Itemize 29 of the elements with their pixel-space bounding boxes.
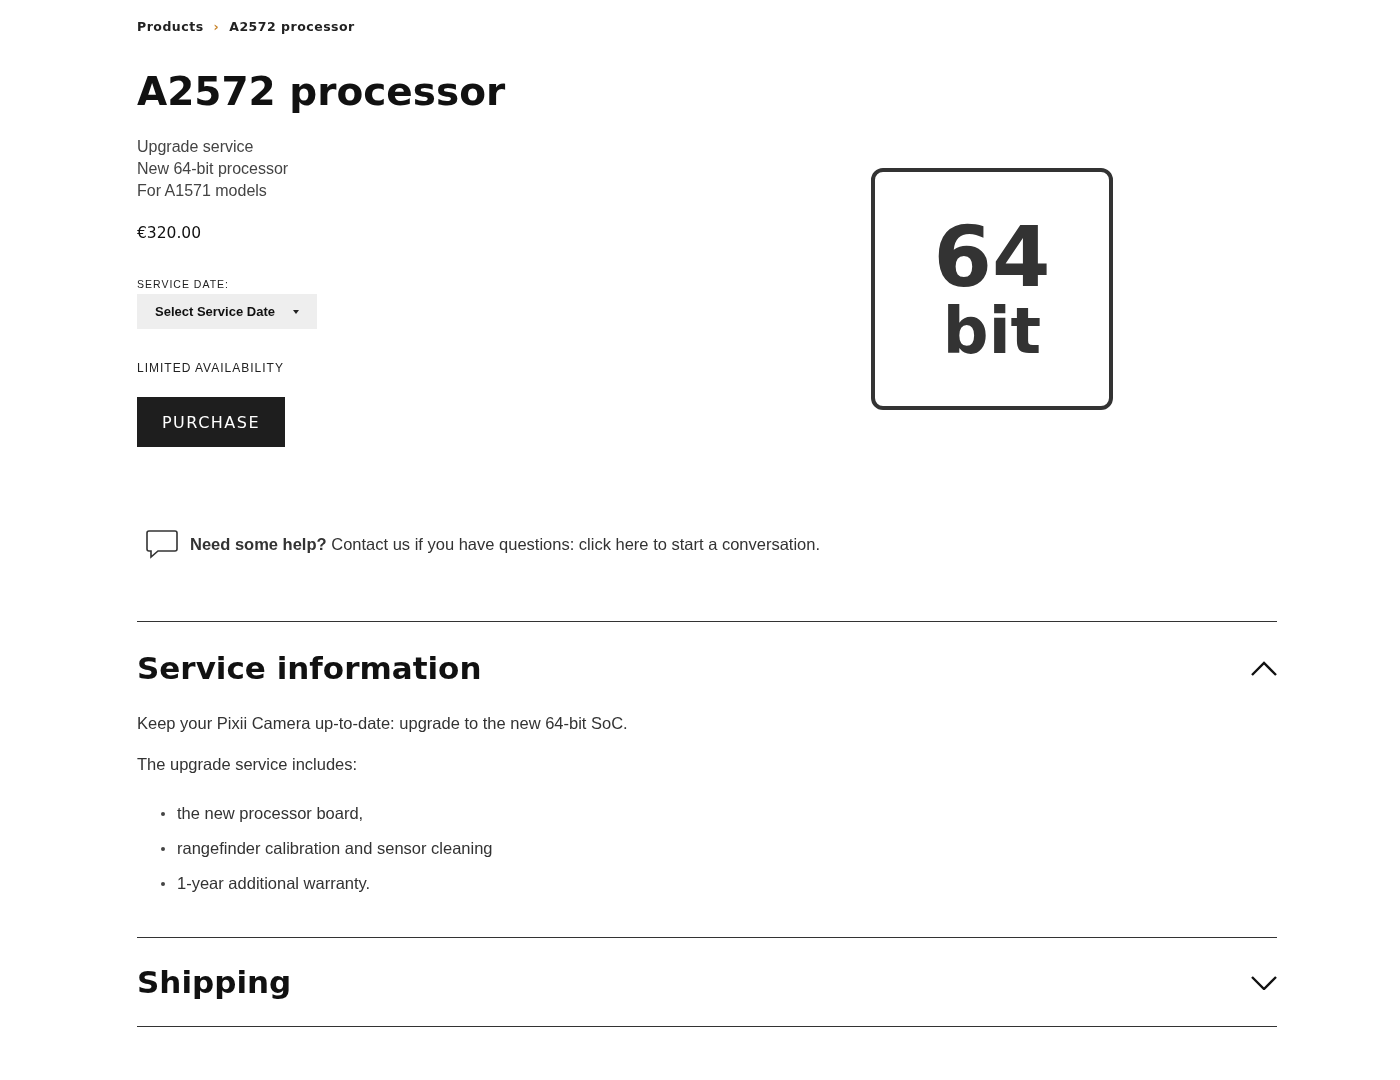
bullet-icon bbox=[161, 846, 165, 851]
list-item-text: 1-year additional warranty. bbox=[177, 874, 371, 893]
list-item-text: the new processor board, bbox=[177, 804, 364, 823]
bullet-icon bbox=[161, 881, 165, 886]
availability-label: LIMITED AVAILABILITY bbox=[137, 361, 285, 375]
section-title[interactable]: Service information bbox=[137, 650, 482, 686]
product-detail: New 64-bit processor bbox=[137, 159, 290, 179]
product-detail: Upgrade service bbox=[137, 137, 255, 157]
section-title[interactable]: Shipping bbox=[137, 964, 292, 1000]
service-date-dropdown[interactable]: Select Service Date bbox=[137, 294, 317, 329]
help-text[interactable]: Need some help? Contact us if you have questions: click here to start a conversation. bbox=[190, 534, 821, 554]
product-detail: For A1571 models bbox=[137, 181, 268, 201]
purchase-button[interactable]: PURCHASE bbox=[137, 397, 285, 447]
image-text: 64 bbox=[933, 215, 1051, 299]
bullet-icon bbox=[161, 811, 165, 816]
breadcrumb-separator: › bbox=[213, 19, 220, 34]
caret-icon bbox=[292, 309, 299, 314]
image-text: bit bbox=[942, 299, 1042, 363]
breadcrumb-link[interactable]: A2572 processor bbox=[229, 19, 355, 34]
chevron-icon[interactable] bbox=[1251, 660, 1277, 676]
price: €320.00 bbox=[137, 224, 203, 242]
breadcrumb-link[interactable]: Products bbox=[137, 19, 204, 34]
field-label: SERVICE DATE: bbox=[137, 278, 230, 290]
product-title: A2572 processor bbox=[137, 68, 507, 116]
list-item-text: rangefinder calibration and sensor cleaning bbox=[177, 839, 493, 858]
section-text: Keep your Pixii Camera up-to-date: upgrade to the new 64-bit SoC. bbox=[137, 714, 629, 733]
section-text: The upgrade service includes: bbox=[137, 755, 359, 774]
chat-icon bbox=[146, 529, 178, 559]
chevron-icon[interactable] bbox=[1251, 974, 1277, 990]
